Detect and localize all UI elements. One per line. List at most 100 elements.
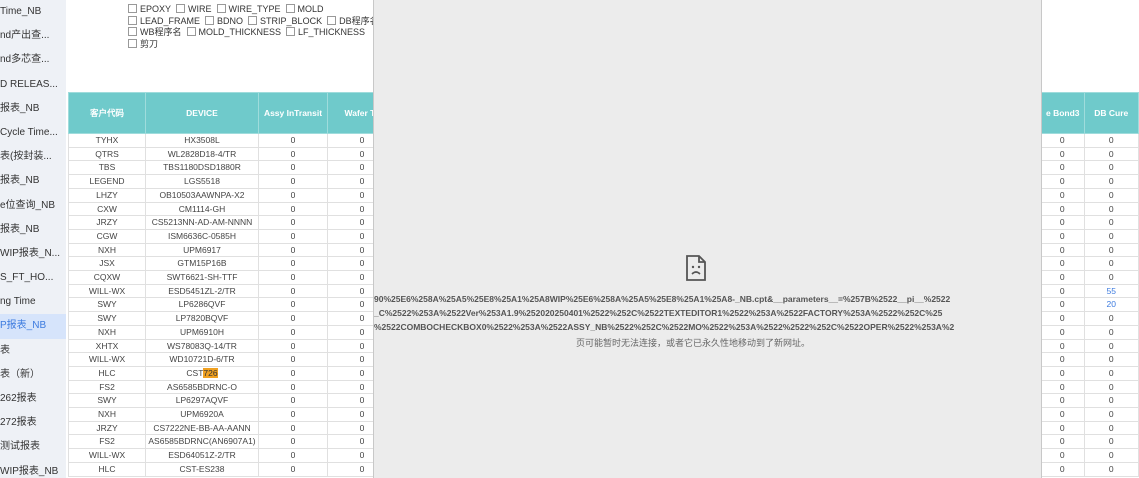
checkbox-label: WIRE_TYPE bbox=[228, 4, 281, 14]
cell-device: CST-ES238 bbox=[145, 461, 259, 477]
checkbox-icon[interactable] bbox=[176, 4, 186, 13]
sidebar-item[interactable]: 测试报表 bbox=[0, 435, 66, 459]
cell-assy-intransit: 0 bbox=[258, 256, 328, 272]
table-row: 00 bbox=[1040, 448, 1139, 463]
checkbox-label: BDNO bbox=[217, 15, 244, 26]
cell-assy-intransit: 0 bbox=[258, 133, 328, 148]
cell-assy-intransit: 0 bbox=[258, 420, 328, 436]
search-highlight: 726 bbox=[203, 367, 218, 378]
cell-assy-intransit: 0 bbox=[258, 434, 328, 450]
cell-db-cure: 0 bbox=[1083, 352, 1139, 367]
cell-customer: SWY bbox=[68, 393, 146, 409]
cell-assy-intransit: 0 bbox=[258, 160, 328, 176]
error-url-line: 90%25E6%258A%25A5%25E8%25A1%25A8WIP%25E6… bbox=[374, 294, 951, 304]
filter-checkbox[interactable]: MOLD_THICKNESS bbox=[186, 27, 282, 39]
cell-db-cure: 0 bbox=[1083, 242, 1139, 258]
checkbox-icon[interactable] bbox=[128, 38, 137, 48]
cell-assy-intransit: 0 bbox=[258, 365, 328, 381]
sidebar-item[interactable]: ng Time bbox=[0, 290, 66, 314]
cell-bond3: 0 bbox=[1040, 228, 1085, 244]
table-row: HLC CST726 0 0 bbox=[68, 365, 397, 381]
cell-db-cure[interactable]: 20 bbox=[1083, 297, 1139, 313]
checkbox-icon[interactable] bbox=[128, 15, 137, 25]
filter-checkbox[interactable]: WIRE bbox=[176, 4, 212, 16]
cell-customer: SWY bbox=[68, 311, 146, 326]
sidebar-item[interactable]: 262报表 bbox=[0, 387, 66, 411]
table-row: 00 bbox=[1040, 242, 1139, 258]
filter-checkbox[interactable]: DB程序名 bbox=[327, 15, 379, 28]
checkbox-icon[interactable] bbox=[286, 27, 296, 36]
table-row: TBS TBS1180DSD1880R 0 0 bbox=[68, 160, 397, 176]
sidebar-item[interactable]: nd产出查... bbox=[0, 24, 66, 48]
cell-db-cure[interactable]: 55 bbox=[1083, 283, 1139, 299]
checkbox-label: MOLD_THICKNESS bbox=[198, 27, 282, 37]
sidebar-item[interactable]: e位查询_NB bbox=[0, 194, 66, 218]
checkbox-icon[interactable] bbox=[205, 15, 215, 25]
cell-db-cure: 0 bbox=[1083, 461, 1139, 477]
filter-checkbox[interactable]: BDNO bbox=[205, 15, 244, 28]
col-header-bond3[interactable]: e Bond3 bbox=[1040, 92, 1085, 134]
sidebar-item[interactable]: 表 bbox=[0, 339, 66, 363]
sidebar-item[interactable]: Cycle Time... bbox=[0, 121, 66, 145]
sidebar-item[interactable]: 表(按封装... bbox=[0, 145, 66, 169]
sidebar-item[interactable]: nd多芯查... bbox=[0, 48, 66, 72]
table-row: NXH UPM6917 0 0 bbox=[68, 242, 397, 258]
sidebar-item[interactable]: WIP报表_N... bbox=[0, 242, 66, 266]
table-row: 00 bbox=[1040, 228, 1139, 244]
filter-checkbox[interactable]: 剪刀 bbox=[128, 38, 158, 51]
checkbox-icon[interactable] bbox=[216, 4, 226, 13]
checkbox-icon[interactable] bbox=[186, 27, 196, 36]
cell-customer: JRZY bbox=[68, 420, 146, 436]
table-row: 0 55 bbox=[1040, 283, 1139, 299]
cell-bond3: 0 bbox=[1040, 297, 1085, 313]
sidebar-item[interactable]: 报表_NB bbox=[0, 169, 66, 193]
cell-customer: HLC bbox=[68, 461, 146, 477]
table-row: QTRS WL2828D18-4/TR 0 0 bbox=[68, 146, 397, 162]
checkbox-icon[interactable] bbox=[285, 4, 295, 13]
checkbox-icon[interactable] bbox=[128, 27, 137, 36]
col-header-customer[interactable]: 客户代码 bbox=[68, 92, 146, 134]
cell-customer: NXH bbox=[68, 242, 146, 258]
table-row: TYHX HX3508L 0 0 bbox=[68, 133, 397, 148]
cell-device: UPM6917 bbox=[145, 242, 259, 258]
sidebar-item[interactable]: Time_NB bbox=[0, 0, 66, 24]
col-header-db-cure[interactable]: DB Cure bbox=[1083, 92, 1139, 134]
sidebar-item[interactable]: D RELEAS... bbox=[0, 73, 66, 97]
table-row: FS2 AS6585BDRNC-O 0 0 bbox=[68, 379, 397, 395]
checkbox-icon[interactable] bbox=[248, 15, 258, 25]
filter-checkbox[interactable]: MOLD bbox=[285, 4, 324, 16]
cell-assy-intransit: 0 bbox=[258, 242, 328, 258]
filter-checkbox[interactable]: EPOXY bbox=[128, 4, 171, 16]
sidebar-item[interactable]: S_FT_HO... bbox=[0, 266, 66, 290]
sidebar-item[interactable]: 表（新） bbox=[0, 363, 66, 387]
col-header-assy-intransit[interactable]: Assy InTransit bbox=[258, 92, 328, 134]
cell-customer: TYHX bbox=[68, 133, 146, 148]
cell-bond3: 0 bbox=[1040, 283, 1085, 299]
filter-checkbox[interactable]: LF_THICKNESS bbox=[286, 27, 365, 39]
sidebar-item[interactable]: WIP报表_NB bbox=[0, 460, 66, 478]
error-message: 页可能暂时无法连接，或者它已永久性地移动到了新网址。 bbox=[576, 338, 811, 348]
report-table: e Bond3 DB Cure 000000000000000000000005… bbox=[1040, 92, 1139, 477]
table-row: 00 bbox=[1040, 311, 1139, 326]
cell-assy-intransit: 0 bbox=[258, 283, 328, 299]
checkbox-icon[interactable] bbox=[128, 4, 137, 13]
checkbox-label: MOLD bbox=[297, 4, 324, 14]
filter-checkbox[interactable]: STRIP_BLOCK bbox=[248, 15, 322, 28]
table-row: 00 bbox=[1040, 365, 1139, 381]
col-header-device[interactable]: DEVICE bbox=[145, 92, 259, 134]
cell-device: ESD5451ZL-2/TR bbox=[145, 283, 259, 299]
filter-checkbox[interactable]: WB程序名 bbox=[128, 27, 182, 39]
sidebar-item[interactable]: 报表_NB bbox=[0, 97, 66, 121]
checkbox-icon[interactable] bbox=[327, 15, 337, 25]
filter-row: WB程序名 MOLD_THICKNESS LF_THICKNESS bbox=[128, 27, 378, 39]
filter-checkbox[interactable]: LEAD_FRAME bbox=[128, 15, 200, 28]
cell-customer: JSX bbox=[68, 256, 146, 272]
filter-checkbox[interactable]: WIRE_TYPE bbox=[216, 4, 281, 16]
cell-customer: LHZY bbox=[68, 187, 146, 203]
cell-customer: WILL-WX bbox=[68, 283, 146, 299]
cell-bond3: 0 bbox=[1040, 311, 1085, 326]
sidebar-item[interactable]: 报表_NB bbox=[0, 218, 66, 242]
sidebar-item[interactable]: P报表_NB bbox=[0, 314, 66, 339]
cell-assy-intransit: 0 bbox=[258, 352, 328, 367]
sidebar-item[interactable]: 272报表 bbox=[0, 411, 66, 435]
